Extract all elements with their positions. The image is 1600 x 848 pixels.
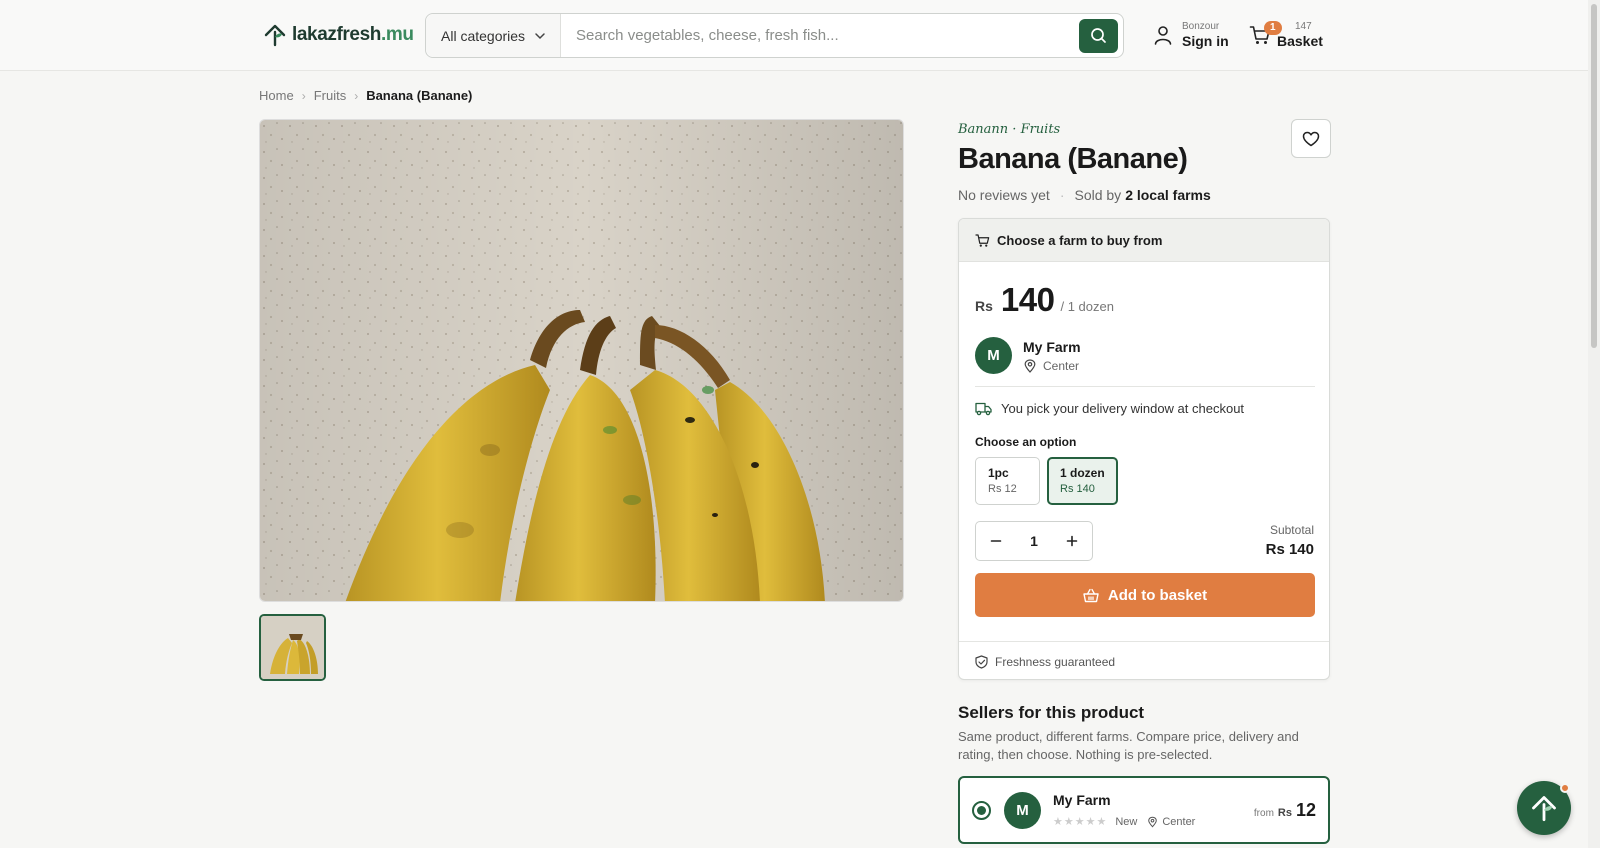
rating-stars: ★★★★★: [1053, 816, 1108, 828]
search-bar: All categories: [425, 13, 1124, 58]
seller-radio[interactable]: [972, 801, 991, 820]
option-name: 1pc: [988, 466, 1009, 480]
option-price: Rs 140: [1060, 483, 1095, 495]
chat-fab-button[interactable]: [1517, 781, 1571, 835]
sellers-description: Same product, different farms. Compare p…: [958, 729, 1299, 762]
notification-dot: [1560, 783, 1570, 793]
product-meta: No reviews yet · Sold by 2 local farms: [958, 187, 1211, 203]
decrease-quantity-button[interactable]: [988, 533, 1004, 549]
basket-icon: [1083, 588, 1099, 602]
breadcrumb: Home › Fruits › Banana (Banane): [259, 88, 472, 103]
farm-avatar: M: [975, 337, 1012, 374]
map-pin-icon: [1024, 358, 1036, 373]
seller-price-currency: Rs: [1277, 807, 1292, 819]
user-icon: [1154, 26, 1172, 45]
seller-price: from Rs 12: [1254, 800, 1316, 821]
breadcrumb-home[interactable]: Home: [259, 88, 294, 103]
banana-photo: [260, 120, 903, 601]
sold-by-prefix: Sold by: [1074, 187, 1122, 203]
price-currency: Rs: [975, 298, 993, 314]
signin-greeting: Bonzour: [1182, 21, 1220, 32]
chat-sprout-icon: [1532, 796, 1556, 822]
page-scrollbar[interactable]: [1588, 0, 1600, 848]
site-header: lakazfresh.mu All categories Bonzour Sig…: [0, 0, 1600, 71]
basket-amount: 147: [1295, 21, 1312, 32]
basket-count-badge: 1: [1264, 21, 1282, 35]
seller-price-amount: 12: [1295, 800, 1316, 820]
option-label: Choose an option: [975, 435, 1077, 449]
seller-name: My Farm: [1053, 792, 1111, 808]
site-logo[interactable]: lakazfresh.mu: [263, 22, 414, 48]
sellers-title: Sellers for this product: [958, 703, 1145, 722]
product-main-image[interactable]: [259, 119, 904, 602]
seller-card[interactable]: M My Farm ★★★★★ New Center from Rs 12: [958, 776, 1330, 844]
quantity-stepper: 1: [975, 521, 1093, 561]
scrollbar-thumb[interactable]: [1591, 4, 1597, 348]
truck-icon: [975, 402, 992, 416]
subtotal-value: Rs 140: [1265, 541, 1314, 558]
divider: [975, 386, 1315, 387]
cart-icon: [975, 233, 990, 247]
plus-icon: [1066, 535, 1078, 547]
product-thumbnail[interactable]: [259, 614, 326, 681]
seller-badge: New: [1115, 815, 1138, 828]
seller-avatar: M: [1004, 792, 1041, 829]
freshness-guarantee: Freshness guaranteed: [959, 641, 1329, 679]
subtotal-label: Subtotal: [1269, 523, 1314, 537]
price: Rs 140 / 1 dozen: [975, 281, 1114, 319]
option-1-dozen[interactable]: 1 dozen Rs 140: [1047, 457, 1118, 505]
buy-card-heading: Choose a farm to buy from: [997, 232, 1163, 248]
category-select[interactable]: All categories: [426, 14, 561, 57]
logo-name: lakazfresh: [292, 24, 381, 45]
option-1pc[interactable]: 1pc Rs 12: [975, 457, 1040, 505]
breadcrumb-current: Banana (Banane): [366, 88, 473, 103]
seller-details: ★★★★★ New Center: [1053, 815, 1196, 829]
quantity-value[interactable]: 1: [1030, 533, 1038, 549]
product-eyebrow: Banann · Fruits: [958, 122, 1061, 137]
basket-label: Basket: [1277, 33, 1323, 49]
add-to-basket-button[interactable]: Add to basket: [975, 573, 1315, 617]
selected-farm: M My Farm Center: [975, 337, 1081, 374]
breadcrumb-separator-icon: ›: [301, 88, 306, 103]
logo-tld: .mu: [380, 24, 414, 45]
freshness-text: Freshness guaranteed: [995, 654, 1116, 669]
buy-card: Choose a farm to buy from Rs 140 / 1 doz…: [958, 218, 1330, 680]
sign-in-link[interactable]: Bonzour Sign in: [1152, 21, 1229, 49]
shield-check-icon: [975, 654, 988, 669]
minus-icon: [990, 540, 1002, 542]
option-name: 1 dozen: [1060, 466, 1105, 480]
chevron-down-icon: [535, 32, 545, 39]
basket-link[interactable]: 1 147 Basket: [1249, 21, 1323, 49]
map-pin-icon: [1148, 816, 1158, 827]
product-title: Banana (Banane): [958, 143, 1188, 175]
favorite-button[interactable]: [1291, 119, 1331, 158]
reviews-text[interactable]: No reviews yet: [958, 187, 1050, 203]
breadcrumb-separator-icon: ›: [354, 88, 359, 103]
price-amount: 140: [1000, 281, 1055, 318]
breadcrumb-fruits[interactable]: Fruits: [314, 88, 347, 103]
buy-card-header: Choose a farm to buy from: [959, 219, 1329, 262]
subtotal: Subtotal Rs 140: [1266, 523, 1314, 558]
delivery-note: You pick your delivery window at checkou…: [975, 401, 1244, 416]
option-price: Rs 12: [988, 483, 1017, 495]
price-unit: / 1 dozen: [1060, 299, 1114, 314]
search-button[interactable]: [1079, 18, 1118, 53]
heart-icon: [1302, 131, 1320, 146]
add-to-basket-label: Add to basket: [1107, 586, 1208, 604]
logo-sprout-icon: [264, 24, 286, 47]
signin-label: Sign in: [1182, 33, 1229, 49]
delivery-note-text: You pick your delivery window at checkou…: [1001, 401, 1245, 416]
category-select-label: All categories: [441, 27, 526, 44]
sold-by-value: 2 local farms: [1125, 187, 1211, 203]
banana-thumbnail-image: [261, 616, 324, 679]
increase-quantity-button[interactable]: [1064, 533, 1080, 549]
seller-price-from: from: [1253, 808, 1274, 819]
farm-location: Center: [1043, 358, 1080, 373]
search-icon: [1091, 28, 1106, 43]
seller-location: Center: [1162, 815, 1196, 828]
farm-name[interactable]: My Farm: [1023, 339, 1081, 355]
search-input[interactable]: [561, 14, 1079, 57]
